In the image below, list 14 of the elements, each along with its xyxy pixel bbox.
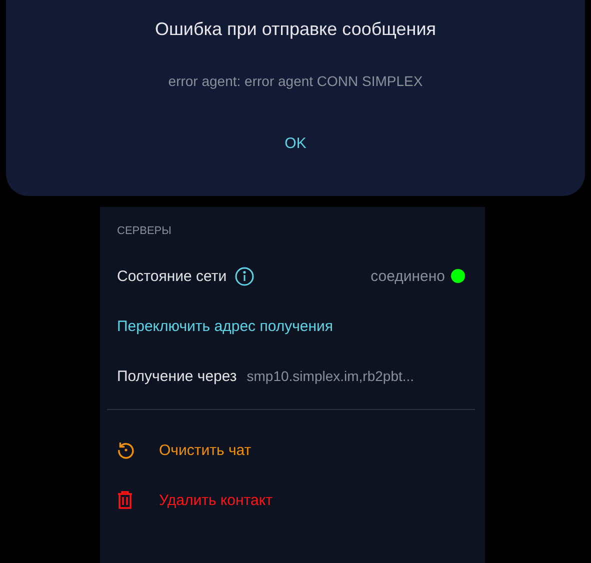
trash-icon — [117, 491, 133, 509]
dialog-title: Ошибка при отправке сообщения — [154, 19, 436, 40]
delete-contact-item[interactable]: Удалить контакт — [117, 475, 485, 525]
server-address: smp10.simplex.im,rb2pbt... — [246, 368, 414, 384]
switch-address-link[interactable]: Переключить адрес получения — [117, 318, 334, 334]
info-icon[interactable] — [234, 266, 254, 286]
ok-button[interactable]: OK — [274, 131, 316, 156]
network-status-label: Состояние сети — [117, 268, 227, 284]
dialog-message: error agent: error agent CONN SIMPLEX — [168, 73, 423, 89]
reset-icon — [117, 441, 135, 459]
receive-via-label: Получение через — [117, 368, 237, 384]
section-header: СЕРВЕРЫ — [117, 225, 172, 237]
network-status: соединено — [370, 268, 445, 284]
clear-chat-item[interactable]: Очистить чат — [117, 425, 485, 475]
